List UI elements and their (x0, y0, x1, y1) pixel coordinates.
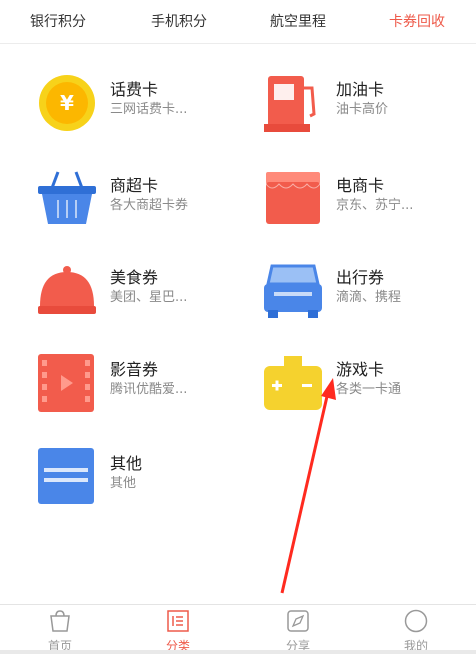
category-title: 游戏卡 (336, 360, 385, 379)
tab-card-recycle[interactable]: 卡券回收 (362, 0, 472, 44)
car-icon (264, 264, 322, 318)
coin-yen-icon: ¥ (39, 75, 95, 131)
horizontal-scrollbar[interactable] (0, 650, 476, 654)
category-title: 电商卡 (336, 176, 385, 195)
category-ecommerce-card[interactable]: 电商卡 京东、苏宁... (264, 170, 476, 240)
category-title: 其他 (110, 454, 143, 473)
tab-phone-points[interactable]: 手机积分 (124, 0, 234, 44)
svg-text:¥: ¥ (60, 91, 74, 115)
category-supermarket-card[interactable]: 商超卡 各大商超卡券 (38, 170, 258, 240)
nav-category[interactable]: 分类 (138, 605, 218, 654)
profile-circle-icon (404, 609, 428, 633)
category-fuel-card[interactable]: 加油卡 油卡高价 (264, 74, 476, 144)
category-subtitle: 三网话费卡... (110, 102, 188, 117)
category-subtitle: 腾讯优酷爱... (110, 382, 188, 397)
nav-share[interactable]: 分享 (258, 605, 338, 654)
category-list-icon (167, 610, 189, 632)
category-subtitle: 各类一卡通 (336, 382, 402, 397)
category-title: 出行券 (336, 268, 385, 287)
bottom-navigation: 首页 分类 分享 我的 (0, 604, 476, 654)
storefront-icon (265, 172, 321, 224)
food-cloche-icon (38, 266, 96, 314)
category-subtitle: 油卡高价 (336, 102, 389, 117)
category-title: 话费卡 (110, 80, 159, 99)
category-other[interactable]: 其他 其他 (38, 448, 258, 518)
category-grid: ¥ 话费卡 三网话费卡... 加油卡 油卡高价 商超卡 各大商超卡券 电商卡 京… (0, 44, 476, 604)
category-food-voucher[interactable]: 美食券 美团、星巴... (38, 262, 258, 332)
category-title: 美食券 (110, 268, 159, 287)
shopping-basket-icon (38, 171, 96, 224)
nav-profile[interactable]: 我的 (376, 605, 456, 654)
card-lines-icon (38, 448, 94, 504)
category-title: 商超卡 (110, 176, 159, 195)
category-game-card[interactable]: 游戏卡 各类一卡通 (264, 354, 476, 424)
film-play-icon (38, 354, 94, 412)
category-phone-card[interactable]: ¥ 话费卡 三网话费卡... (38, 74, 258, 144)
category-title: 影音券 (110, 360, 159, 379)
nav-home[interactable]: 首页 (20, 605, 100, 654)
compass-icon (287, 610, 309, 632)
category-subtitle: 其他 (110, 476, 137, 491)
category-title: 加油卡 (336, 80, 385, 99)
category-subtitle: 滴滴、携程 (336, 290, 402, 305)
game-controller-icon (264, 356, 322, 410)
category-media-voucher[interactable]: 影音券 腾讯优酷爱... (38, 354, 258, 424)
tab-airline-miles[interactable]: 航空里程 (243, 0, 353, 44)
category-subtitle: 各大商超卡券 (110, 198, 189, 213)
tab-bank-points[interactable]: 银行积分 (3, 0, 113, 44)
top-category-tabs: 银行积分 手机积分 航空里程 卡券回收 (0, 0, 476, 44)
category-travel-voucher[interactable]: 出行券 滴滴、携程 (264, 262, 476, 332)
category-subtitle: 美团、星巴... (110, 290, 188, 305)
gas-pump-icon (264, 76, 316, 132)
category-subtitle: 京东、苏宁... (336, 198, 414, 213)
shopping-bag-icon (50, 610, 70, 632)
